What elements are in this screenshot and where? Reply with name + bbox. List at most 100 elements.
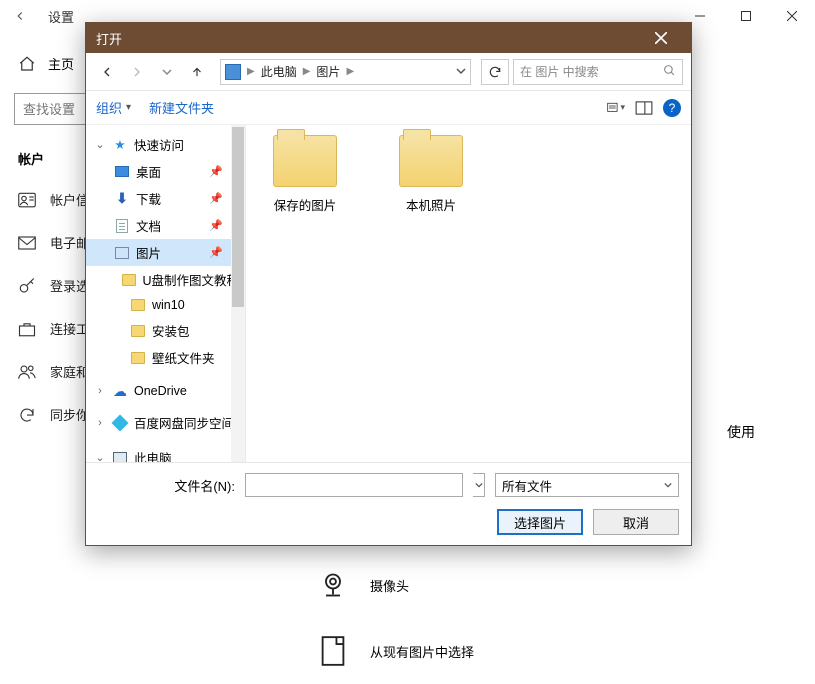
breadcrumb-this-pc[interactable]: 此电脑 [261,63,297,80]
address-bar[interactable]: ▶ 此电脑 ▶ 图片 ▶ [220,59,471,85]
nav-forward-button[interactable] [124,59,150,85]
pc-icon [112,450,128,463]
nav-recent-dropdown[interactable] [154,59,180,85]
filename-input[interactable] [245,473,463,497]
cancel-button[interactable]: 取消 [593,509,679,535]
toolbar-right: ▾ ? [607,99,681,117]
key-icon [18,277,36,295]
navigation-tree: ⌄★快速访问 桌面📌 ⬇下载📌 文档📌 图片📌 U盘制作图文教程 win10 安… [86,125,246,462]
preview-pane-button[interactable] [635,99,653,117]
open-button[interactable]: 选择图片 [497,509,583,535]
filename-row: 文件名(N): 所有文件 [98,473,679,497]
folder-icon [130,297,146,313]
expand-icon[interactable]: › [94,385,106,397]
briefcase-icon [18,320,36,338]
star-icon: ★ [112,137,128,153]
filename-dropdown[interactable] [473,473,485,497]
close-button[interactable] [769,0,815,32]
tree-wallpapers[interactable]: 壁纸文件夹 [86,344,245,371]
document-icon [114,218,130,234]
tree-quick-access[interactable]: ⌄★快速访问 [86,131,245,158]
folder-item-saved-pictures[interactable]: 保存的图片 [260,135,350,214]
folder-icon [130,350,146,366]
chevron-down-icon: ▾ [126,102,131,113]
nav-up-button[interactable] [184,59,210,85]
filter-label: 所有文件 [502,476,552,495]
view-mode-button[interactable]: ▾ [607,99,625,117]
location-icon [225,64,241,80]
button-row: 选择图片 取消 [98,509,679,535]
settings-title: 设置 [48,7,74,26]
folder-icon [130,323,146,339]
filename-label: 文件名(N): [174,476,235,495]
collapse-icon[interactable]: ⌄ [94,451,106,462]
chevron-right-icon: ▶ [247,66,255,77]
dialog-close-button[interactable] [641,23,681,53]
pictures-icon [114,245,130,261]
tree-pictures[interactable]: 图片📌 [86,239,245,266]
maximize-button[interactable] [723,0,769,32]
right-hint-text: 使用 [727,422,755,442]
folder-icon [273,135,337,187]
toolbar-left: 组织▾ 新建文件夹 [96,98,214,117]
dialog-body: ⌄★快速访问 桌面📌 ⬇下载📌 文档📌 图片📌 U盘制作图文教程 win10 安… [86,125,691,462]
home-label: 主页 [48,54,74,73]
camera-icon [318,570,348,600]
dialog-title: 打开 [96,29,122,48]
back-button[interactable] [8,4,32,28]
dialog-toolbar: 组织▾ 新建文件夹 ▾ ? [86,91,691,125]
tree-downloads[interactable]: ⬇下载📌 [86,185,245,212]
tree-usb-tutorial[interactable]: U盘制作图文教程 [86,266,245,293]
tree-win10[interactable]: win10 [86,293,245,317]
option-choose-existing[interactable]: 从现有图片中选择 [310,618,815,684]
tree-this-pc[interactable]: ⌄此电脑 [86,444,245,462]
folder-label: 保存的图片 [274,195,337,214]
option-choose-existing-label: 从现有图片中选择 [370,642,474,661]
folder-icon [122,272,136,288]
new-folder-button[interactable]: 新建文件夹 [149,98,214,117]
folder-item-camera-roll[interactable]: 本机照片 [386,135,476,214]
tree-install-pkg[interactable]: 安装包 [86,317,245,344]
dialog-search-input[interactable]: 在 图片 中搜索 [513,59,683,85]
tree-desktop[interactable]: 桌面📌 [86,158,245,185]
dialog-navbar: ▶ 此电脑 ▶ 图片 ▶ 在 图片 中搜索 [86,53,691,91]
people-icon [18,363,36,381]
desktop-icon [114,164,130,180]
chevron-down-icon [664,481,672,489]
window-controls [677,0,815,32]
baidu-icon [112,415,128,431]
tree-onedrive[interactable]: ›☁OneDrive [86,379,245,403]
address-dropdown[interactable] [456,64,466,79]
sync-icon [18,406,36,424]
image-file-icon [318,636,348,666]
scroll-thumb[interactable] [232,127,244,307]
cloud-icon: ☁ [112,383,128,399]
tree-documents[interactable]: 文档📌 [86,212,245,239]
chevron-right-icon: ▶ [346,66,354,77]
folder-label: 本机照片 [406,195,456,214]
option-camera[interactable]: 摄像头 [310,552,815,618]
nav-back-button[interactable] [94,59,120,85]
search-placeholder-text: 在 图片 中搜索 [520,63,599,80]
breadcrumb-pictures[interactable]: 图片 [316,63,340,80]
folder-icon [399,135,463,187]
download-icon: ⬇ [114,191,130,207]
person-card-icon [18,191,36,209]
tree-baidu-sync[interactable]: ›百度网盘同步空间 [86,409,245,436]
mail-icon [18,234,36,252]
chevron-right-icon: ▶ [303,66,311,77]
file-open-dialog: 打开 ▶ 此电脑 ▶ 图片 ▶ 在 图片 中搜索 组织▾ 新建文件夹 ▾ [85,22,692,546]
file-list[interactable]: 保存的图片 本机照片 [246,125,691,462]
dialog-titlebar[interactable]: 打开 [86,23,691,53]
tree-scrollbar[interactable] [231,125,245,462]
refresh-button[interactable] [481,59,509,85]
home-icon [18,55,36,73]
collapse-icon[interactable]: ⌄ [94,138,106,151]
file-type-filter[interactable]: 所有文件 [495,473,679,497]
help-button[interactable]: ? [663,99,681,117]
dialog-footer: 文件名(N): 所有文件 选择图片 取消 [86,462,691,545]
expand-icon[interactable]: › [94,417,106,429]
organize-menu[interactable]: 组织▾ [96,98,131,117]
search-icon [663,64,676,80]
option-camera-label: 摄像头 [370,576,409,595]
